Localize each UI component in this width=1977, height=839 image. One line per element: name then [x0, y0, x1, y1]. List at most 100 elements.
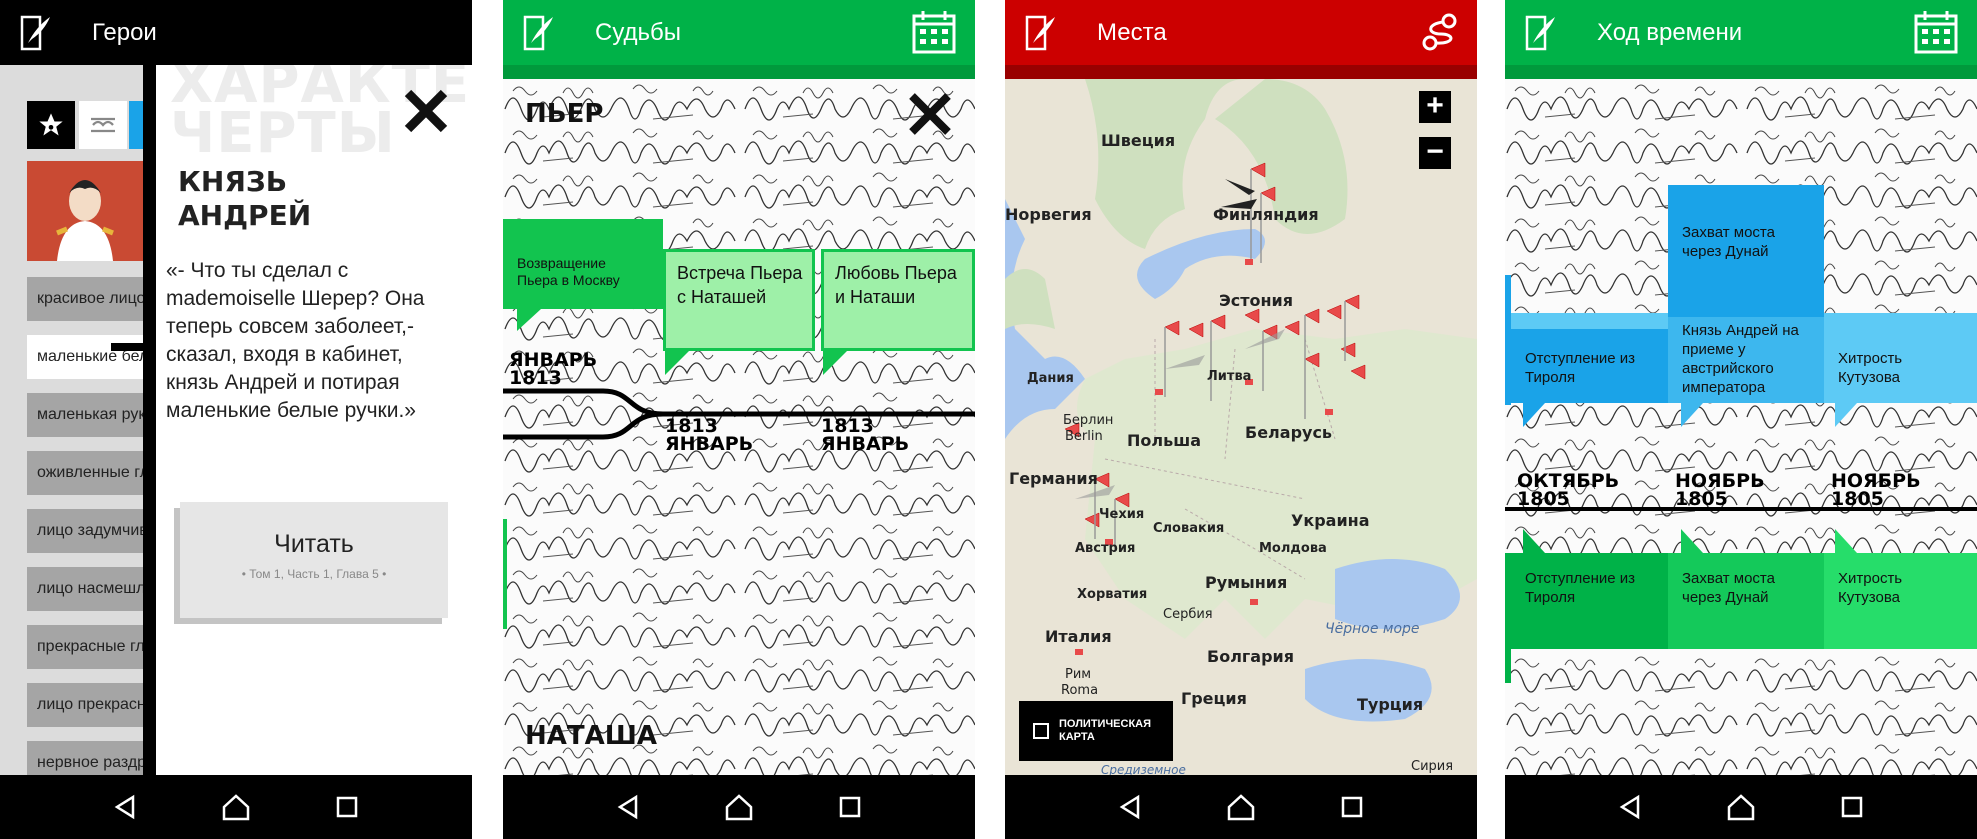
country-label: Чехия: [1099, 507, 1145, 522]
country-label: Сербия: [1163, 607, 1213, 622]
list-item[interactable]: маленькие белые руки: [27, 335, 147, 379]
tab-indicator: [129, 101, 143, 149]
bubble-tail: [1523, 403, 1545, 427]
home-icon[interactable]: [1221, 787, 1261, 827]
recents-icon[interactable]: [830, 787, 870, 827]
country-label: Литва: [1207, 369, 1252, 384]
event-text: Хитрость Кутузова: [1838, 350, 1903, 386]
app-bar: Судьбы: [503, 0, 975, 65]
bubble-tail: [1681, 403, 1703, 427]
app-bar-edge: [503, 65, 975, 79]
screen-heroes: Герои красивое лицо маленькие белые руки…: [0, 0, 472, 839]
app-bar: Места: [1005, 0, 1477, 65]
home-icon[interactable]: [216, 787, 256, 827]
sea-label: Средиземное: [1101, 763, 1186, 775]
country-label: Сирия: [1411, 759, 1454, 774]
country-label: Германия: [1009, 469, 1098, 488]
system-nav-bar: [1505, 775, 1977, 839]
list-item[interactable]: лицо насмешливо: [27, 567, 147, 611]
event-text: Князь Андрей на приеме у австрийского им…: [1682, 322, 1799, 396]
city-label: Рим: [1065, 667, 1092, 682]
list-item[interactable]: красивое лицо: [27, 277, 147, 321]
zoom-in-button[interactable]: +: [1419, 91, 1451, 123]
zoom-out-button[interactable]: −: [1419, 137, 1451, 169]
list-item[interactable]: лицо прекрасно: [27, 683, 147, 727]
date-year: 1805: [1517, 488, 1570, 510]
quill-logo-icon[interactable]: [503, 0, 575, 65]
read-button[interactable]: Читать • Том 1, Часть 1, Глава 5 •: [180, 502, 448, 618]
back-icon[interactable]: [1610, 787, 1650, 827]
divider: [143, 65, 156, 775]
event-text: Любовь Пьера и Наташи: [835, 263, 957, 307]
handwriting-background: [1505, 79, 1977, 775]
screen-places: Места + − Швеция Финляндия Норвегия Эсто…: [1005, 0, 1477, 839]
date-month: ЯНВАРЬ: [821, 433, 910, 455]
bubble-tail: [517, 309, 541, 331]
timeline-panel: Захват моста через Дунай Отступление из …: [1505, 79, 1977, 775]
app-bar: Ход времени: [1505, 0, 1977, 65]
event-text: Захват моста через Дунай: [1682, 570, 1775, 606]
date-month: ЯНВАРЬ: [665, 433, 754, 455]
date-year: 1813: [509, 367, 562, 389]
timeline-date: НОЯБРЬ 1805: [1831, 472, 1921, 509]
bubble-tail: [665, 351, 689, 375]
country-label: Австрия: [1075, 541, 1136, 556]
recents-icon[interactable]: [327, 787, 367, 827]
event-text: Отступление из Тироля: [1525, 570, 1636, 606]
country-label: Беларусь: [1245, 423, 1333, 442]
map-panel[interactable]: + − Швеция Финляндия Норвегия Эстония Да…: [1005, 79, 1477, 775]
star-icon[interactable]: [27, 101, 75, 149]
country-label: Эстония: [1219, 291, 1294, 310]
back-icon[interactable]: [608, 787, 648, 827]
country-label: Греция: [1181, 689, 1247, 708]
city-label: Берлин: [1063, 413, 1114, 428]
country-label: Румыния: [1205, 573, 1288, 592]
home-icon[interactable]: [719, 787, 759, 827]
event-text: Возвращение Пьера в Москву: [517, 255, 620, 288]
event-text: Встреча Пьера с Наташей: [677, 263, 803, 307]
bubble-tail: [1681, 529, 1703, 553]
mustache-icon[interactable]: [79, 101, 127, 149]
app-title: Ход времени: [1597, 18, 1743, 46]
bubble-tail: [1835, 529, 1857, 553]
chapter-reference: • Том 1, Часть 1, Глава 5 •: [241, 567, 387, 581]
list-item[interactable]: прекрасные глаза: [27, 625, 147, 669]
character-name-top: ПЬЕР: [525, 99, 604, 129]
calendar-icon[interactable]: [911, 9, 957, 55]
list-item[interactable]: оживленные глаза: [27, 451, 147, 495]
list-item[interactable]: маленькая рука: [27, 393, 147, 437]
country-label: Швеция: [1101, 131, 1176, 150]
timeline-date: НОЯБРЬ 1805: [1675, 472, 1765, 509]
track-marker: [503, 519, 507, 629]
home-icon[interactable]: [1721, 787, 1761, 827]
back-icon[interactable]: [1110, 787, 1150, 827]
list-item[interactable]: нервное раздражение: [27, 741, 147, 775]
quill-logo-icon[interactable]: [1005, 0, 1077, 65]
country-label: Финляндия: [1213, 205, 1319, 224]
route-icon[interactable]: [1421, 12, 1459, 52]
country-label: Хорватия: [1077, 587, 1148, 602]
timeline-date: 1813 ЯНВАРЬ: [665, 417, 754, 455]
quill-logo-icon[interactable]: [0, 0, 72, 65]
app-title: Судьбы: [595, 18, 682, 46]
calendar-icon[interactable]: [1913, 9, 1959, 55]
country-label: Словакия: [1153, 521, 1225, 536]
country-label: Польша: [1127, 431, 1202, 450]
checkbox[interactable]: [1033, 723, 1049, 739]
country-label: Дания: [1027, 371, 1074, 386]
quill-logo-icon[interactable]: [1505, 0, 1577, 65]
list-item[interactable]: лицо задумчиво: [27, 509, 147, 553]
recents-icon[interactable]: [1832, 787, 1872, 827]
political-map-toggle[interactable]: ПОЛИТИЧЕСКАЯ КАРТА: [1019, 701, 1173, 761]
sea-label: Чёрное море: [1325, 621, 1420, 637]
timeline-panel: ПЬЕР Возвращение Пьера в Москву Встреча …: [503, 79, 975, 775]
back-icon[interactable]: [105, 787, 145, 827]
close-icon[interactable]: [402, 87, 450, 135]
recents-icon[interactable]: [1332, 787, 1372, 827]
event-text: Захват моста через Дунай: [1682, 224, 1775, 260]
app-title: Места: [1097, 18, 1167, 46]
close-icon[interactable]: [907, 91, 953, 137]
app-title: Герои: [92, 18, 157, 46]
country-label: Болгария: [1207, 647, 1294, 666]
screen-timeline: Ход времени Захват моста через Дунай Отс…: [1505, 0, 1977, 839]
